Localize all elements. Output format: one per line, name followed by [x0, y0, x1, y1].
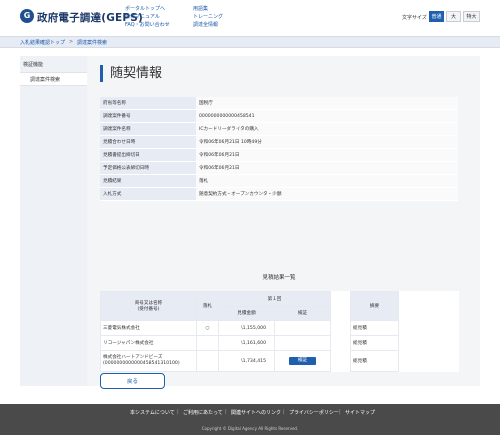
round-header: 第１回 [217, 291, 332, 307]
info-row: 調達案件番号 0000000000000458541 [100, 109, 458, 123]
info-label: 見積合わせ日時 [100, 135, 196, 149]
portal-top-link[interactable]: ポータルトップへ [125, 5, 165, 12]
amount-header: 見積金額 [218, 305, 275, 321]
amount: \1,155,000 [218, 320, 275, 336]
spacer-header [398, 291, 459, 321]
info-label: 予定価格公表締切日時 [100, 161, 196, 175]
footer-privacy-link[interactable]: プライバシーポリシー [289, 409, 339, 416]
info-value: 令和06年06月21日 [196, 148, 458, 162]
info-label: 入札方式 [100, 187, 196, 201]
award-mark: ○ [196, 320, 219, 336]
glossary-link[interactable]: 用語集 [193, 5, 208, 12]
training-link[interactable]: トレーニング [193, 13, 223, 20]
info-label: 見積結果 [100, 174, 196, 188]
amount: \1,161,600 [218, 335, 275, 351]
sidebar-item-search[interactable]: 調達案件検索 [20, 72, 87, 86]
table-row: リコージャパン株式会社 \1,161,600 総見積 [100, 335, 459, 351]
check-cell: 検証 [273, 350, 332, 372]
company-name: 三菱電気株式会社 [100, 320, 197, 336]
info-table: 府省等名称 国税庁 調達案件番号 0000000000000458541 調達案件名… [100, 97, 458, 201]
breadcrumb: 入札結果確認トップ > 調達案件検索 [0, 36, 500, 48]
table-row: 三菱電気株式会社 ○ \1,155,000 総見積 [100, 320, 459, 336]
check-button[interactable]: 検証 [289, 357, 316, 365]
info-label: 調達案件番号 [100, 109, 196, 123]
info-value: ICカードリーダライタの購入 [196, 122, 458, 136]
company-header: 商号又は名称 (受付番号) [100, 291, 197, 321]
remarks: 総見積 [350, 320, 400, 336]
footer-separator: | [283, 409, 285, 415]
info-row: 見積書提出締切日 令和06年06月21日 [100, 148, 458, 162]
site-footer: 本システムについて | ご利用にあたって | 関連サイトへのリンク | プライバ… [0, 404, 500, 435]
breadcrumb-bid-top[interactable]: 入札結果確認トップ [20, 39, 65, 46]
check-header: 検証 [273, 305, 332, 321]
footer-sitemap-link[interactable]: サイトマップ [345, 409, 375, 416]
company-name: 株式会社ハートアンドビーズ [103, 355, 163, 360]
faq-link[interactable]: FAQ・お問い合わせ [125, 21, 170, 28]
info-value: 令和06年06月21日 [196, 161, 458, 175]
table-row: 株式会社ハートアンドビーズ (0000000000000458541310100)… [100, 350, 459, 372]
geps-logo-icon[interactable]: G [20, 9, 34, 23]
procurement-info-link[interactable]: 調達全情報 [193, 21, 218, 28]
manual-link[interactable]: 操作マニュアル [125, 13, 160, 20]
font-size-label: 文字サイズ [402, 15, 427, 21]
breadcrumb-search[interactable]: 調達案件検索 [77, 39, 107, 46]
company-name: リコージャパン株式会社 [100, 335, 197, 351]
info-label: 府省等名称 [100, 97, 196, 110]
info-label: 調達案件名称 [100, 122, 196, 136]
info-value: 随意契約方式・オープンカウンタ・少額 [196, 187, 458, 201]
font-size-xlarge-button[interactable]: 特大 [463, 11, 480, 22]
info-row: 調達案件名称 ICカードリーダライタの購入 [100, 122, 458, 136]
company-name-cell: 株式会社ハートアンドビーズ (0000000000000458541310100) [100, 350, 197, 372]
footer-about-link[interactable]: 本システムについて [130, 409, 175, 416]
main-content: 随契情報 府省等名称 国税庁 調達案件番号 0000000000000458541 … [87, 56, 480, 389]
check-cell [273, 320, 332, 336]
spacer-cell [398, 350, 459, 372]
spacer-cell [398, 335, 459, 351]
spacer-header [330, 291, 351, 321]
footer-separator: | [339, 409, 341, 415]
remarks-header: 摘要 [350, 291, 400, 321]
footer-usage-link[interactable]: ご利用にあたって [183, 409, 223, 416]
breadcrumb-separator: > [69, 39, 74, 45]
copyright: Copyright © Digital Agency All Rights Re… [201, 426, 299, 431]
award-mark [196, 335, 219, 351]
info-row: 府省等名称 国税庁 [100, 97, 458, 110]
sidebar-heading: 検証機能 [23, 62, 44, 68]
amount: \1,734,415 [218, 350, 275, 372]
remarks: 総見積 [350, 335, 400, 351]
info-label: 見積書提出締切日 [100, 148, 196, 162]
award-header: 落札 [196, 291, 219, 321]
footer-related-link[interactable]: 関連サイトへのリンク [231, 409, 281, 416]
site-header: G 政府電子調達(GEPS) ポータルトップへ 操作マニュアル FAQ・お問い合… [0, 0, 500, 36]
back-button[interactable]: 戻る [100, 373, 165, 389]
footer-separator: | [177, 409, 179, 415]
font-size-normal-button[interactable]: 普通 [429, 11, 444, 22]
remarks: 総見積 [350, 350, 400, 372]
spacer-cell [330, 335, 351, 351]
info-row: 入札方式 随意契約方式・オープンカウンタ・少額 [100, 187, 458, 201]
info-row: 予定価格公表締切日時 令和06年06月21日 [100, 161, 458, 175]
sidebar: 検証機能 調達案件検索 [20, 56, 87, 386]
info-value: 国税庁 [196, 97, 458, 110]
info-value: 令和06年06月21日 10時49分 [196, 135, 458, 149]
award-mark [196, 350, 219, 372]
spacer-cell [398, 320, 459, 336]
spacer-cell [330, 320, 351, 336]
spacer-cell [330, 350, 351, 372]
font-size-large-button[interactable]: 大 [446, 11, 461, 22]
info-value: 0000000000000458541 [196, 109, 458, 123]
check-cell [273, 335, 332, 351]
footer-separator: | [225, 409, 227, 415]
page-title: 随契情報 [100, 65, 162, 82]
info-row: 見積合わせ日時 令和06年06月21日 10時49分 [100, 135, 458, 149]
results-table: 商号又は名称 (受付番号) 落札 第１回 摘要 見積金額 検証 三菱電気株式会社… [100, 291, 459, 372]
info-row: 見積結果 落札 [100, 174, 458, 188]
company-receipt-number: (0000000000000458541310100) [103, 361, 180, 366]
info-value: 落札 [196, 174, 458, 188]
results-title: 見積結果一覧 [262, 275, 296, 281]
